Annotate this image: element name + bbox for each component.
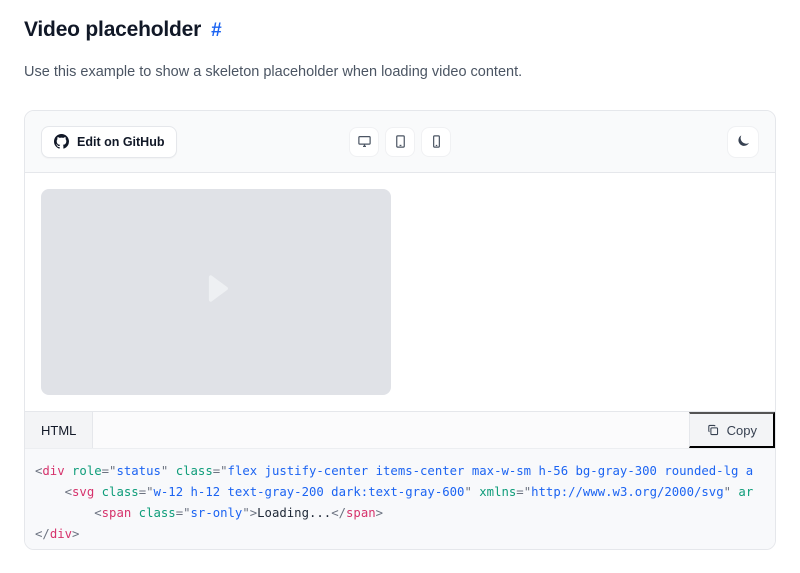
- device-preview-group: [349, 126, 451, 157]
- copy-code-button[interactable]: Copy: [688, 412, 775, 448]
- copy-icon: [706, 423, 720, 437]
- page-root: Video placeholder # Use this example to …: [0, 0, 800, 550]
- video-skeleton-placeholder: [41, 189, 391, 395]
- tab-bar-spacer: [93, 412, 689, 448]
- edit-on-github-label: Edit on GitHub: [77, 134, 165, 149]
- desktop-icon: [357, 134, 372, 149]
- dark-mode-toggle-button[interactable]: [727, 125, 759, 158]
- example-preview-area: [25, 173, 775, 411]
- code-tab-bar: HTML Copy: [25, 411, 775, 449]
- code-block[interactable]: <div role="status" class="flex justify-c…: [25, 449, 775, 549]
- device-desktop-button[interactable]: [349, 126, 379, 157]
- tablet-icon: [393, 134, 408, 149]
- page-description: Use this example to show a skeleton plac…: [24, 64, 523, 80]
- tab-html[interactable]: HTML: [25, 412, 94, 448]
- page-heading: Video placeholder #: [24, 16, 776, 45]
- example-card: Edit on GitHub HTML Copy <div role="stat…: [24, 110, 776, 550]
- copy-label: Copy: [726, 422, 757, 438]
- code-content: <div role="status" class="flex justify-c…: [35, 464, 754, 541]
- edit-on-github-button[interactable]: Edit on GitHub: [41, 125, 178, 158]
- device-mobile-button[interactable]: [421, 126, 451, 157]
- anchor-link[interactable]: #: [211, 17, 222, 45]
- page-title: Video placeholder: [24, 18, 202, 41]
- github-icon: [54, 134, 69, 149]
- moon-icon: [736, 133, 751, 151]
- card-toolbar: Edit on GitHub: [25, 111, 775, 173]
- play-icon: [193, 267, 239, 318]
- device-tablet-button[interactable]: [385, 126, 415, 157]
- mobile-icon: [429, 134, 444, 149]
